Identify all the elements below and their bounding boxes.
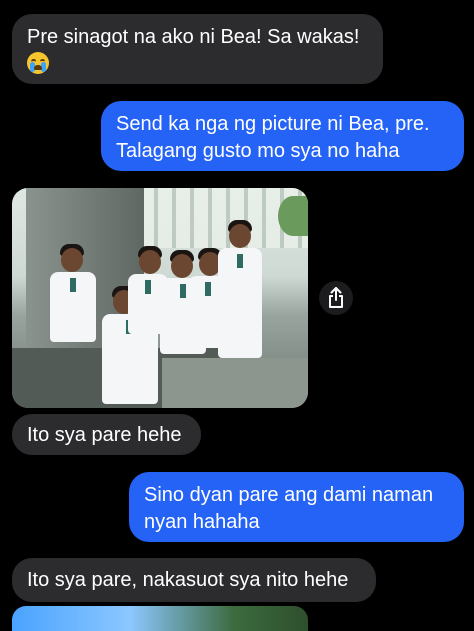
photo-message[interactable]	[12, 606, 308, 631]
message-text: Ito sya pare, nakasuot sya nito hehe	[27, 569, 349, 591]
received-message-bubble[interactable]: Pre sinagot na ako ni Bea! Sa wakas!	[12, 14, 383, 84]
photo-message[interactable]	[12, 188, 308, 408]
photo-ground	[162, 358, 308, 408]
message-text: Sino dyan pare ang dami naman nyan hahah…	[144, 484, 434, 533]
received-message-bubble[interactable]: Ito sya pare hehe	[12, 414, 201, 455]
share-button[interactable]	[319, 281, 353, 315]
photo-background-tree	[278, 196, 308, 236]
received-message-bubble[interactable]: Ito sya pare, nakasuot sya nito hehe	[12, 558, 376, 602]
message-text: Pre sinagot na ako ni Bea! Sa wakas!	[27, 26, 360, 48]
message-text: Ito sya pare hehe	[27, 424, 182, 446]
sent-message-bubble[interactable]: Sino dyan pare ang dami naman nyan hahah…	[129, 472, 464, 542]
crying-face-emoji-icon	[27, 52, 49, 74]
message-text: Send ka nga ng picture ni Bea, pre. Tala…	[116, 113, 430, 162]
sent-message-bubble[interactable]: Send ka nga ng picture ni Bea, pre. Tala…	[101, 101, 464, 171]
share-icon	[329, 287, 343, 308]
